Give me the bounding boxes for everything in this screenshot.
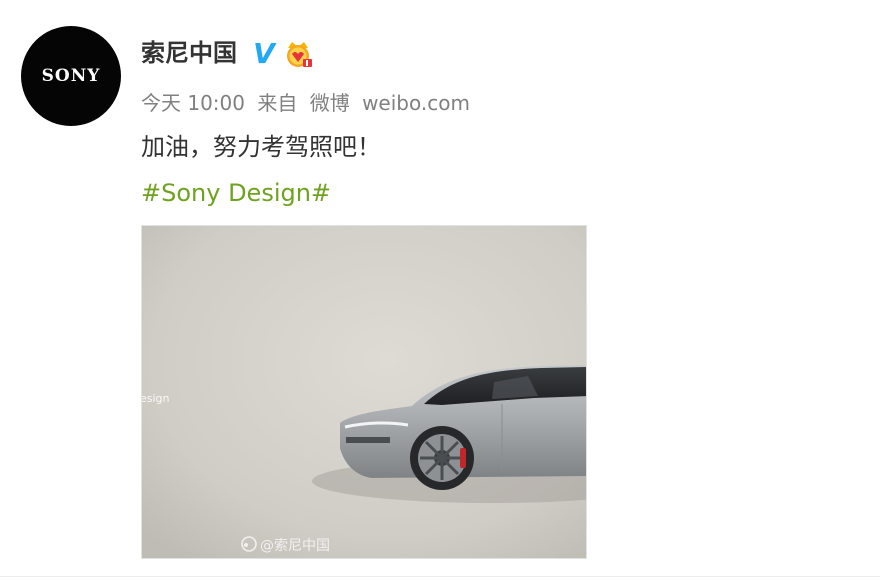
- post-image[interactable]: esign @索尼中国: [141, 225, 587, 559]
- image-overlay-text: esign: [142, 392, 170, 405]
- author-name[interactable]: 索尼中国: [141, 36, 237, 70]
- weibo-post: SONY 索尼中国 V 今天 10:00 来自 微博 weibo.com 加油，…: [0, 0, 880, 580]
- image-watermark: @索尼中国: [260, 537, 330, 554]
- author-row: 索尼中国 V: [141, 36, 313, 70]
- verified-badge-icon[interactable]: V: [251, 37, 277, 70]
- post-text: 加油，努力考驾照吧！: [141, 133, 381, 161]
- source-app-link[interactable]: 微博: [310, 91, 350, 115]
- avatar[interactable]: SONY: [21, 26, 121, 126]
- source-domain-link[interactable]: weibo.com: [362, 91, 470, 115]
- avatar-logo-text: SONY: [41, 66, 101, 86]
- verified-badge-letter: V: [253, 38, 277, 68]
- divider: [0, 576, 880, 577]
- hashtag-link[interactable]: #Sony Design#: [141, 176, 331, 210]
- post-time[interactable]: 今天 10:00: [141, 91, 245, 115]
- vip-crown-icon[interactable]: [283, 38, 313, 68]
- post-meta: 今天 10:00 来自 微博 weibo.com: [141, 89, 476, 117]
- source-prefix: 来自: [257, 91, 298, 115]
